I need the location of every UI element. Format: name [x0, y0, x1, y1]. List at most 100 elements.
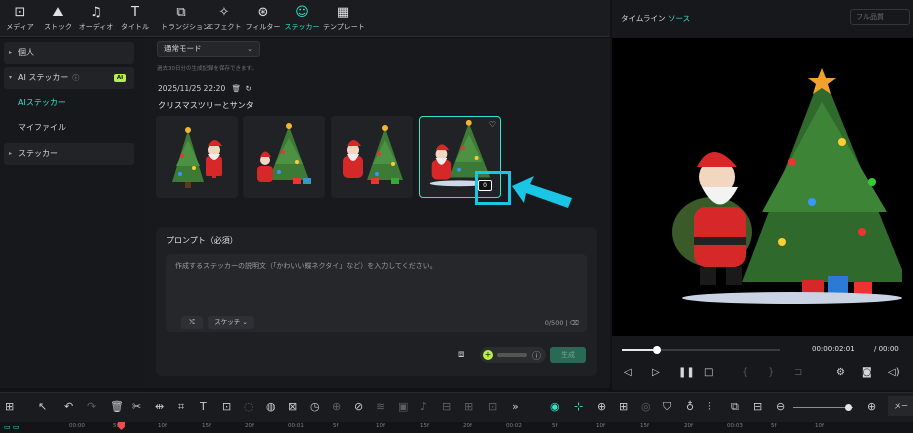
prompt-title: プロンプト（必須）	[166, 236, 238, 245]
color-icon[interactable]: ◍	[266, 401, 276, 413]
clear-icon[interactable]: ⌫	[570, 319, 579, 327]
text-icon[interactable]: T	[200, 401, 207, 413]
toolbar-media[interactable]: ⊡ メディア	[0, 3, 40, 35]
sidebar-item-personal[interactable]: ▸ 個人	[4, 42, 134, 64]
snap-icon[interactable]: ⊹	[574, 401, 583, 413]
prompt-placeholder: 作成するステッカーの説明文（「かわいい蝶ネクタイ」など）を入力してください。	[175, 262, 437, 270]
quality-dropdown[interactable]: フル品質	[850, 9, 910, 25]
style-dropdown[interactable]: スケッチ ⌄	[208, 316, 254, 329]
mixer-icon[interactable]: ⫶	[708, 401, 711, 413]
transform-icon[interactable]: ⊞	[464, 401, 473, 413]
shield-icon[interactable]: ⛉	[663, 401, 671, 413]
more-chevron-icon[interactable]: »	[512, 401, 519, 413]
help-circle-icon[interactable]: ⓘ	[532, 349, 541, 362]
mark-out-icon[interactable]: }	[768, 367, 774, 378]
undo-icon[interactable]: ↶	[64, 401, 73, 413]
zoom-slider-handle[interactable]	[845, 404, 852, 411]
crop-icon[interactable]: ⌗	[178, 401, 184, 413]
sticker-thumbnail-1[interactable]	[156, 116, 238, 198]
adjust-icon[interactable]: ≋	[376, 401, 385, 413]
zoom-slider[interactable]	[793, 404, 853, 411]
tab-source[interactable]: ソース	[668, 13, 690, 24]
select-arrow-icon[interactable]: ↖	[38, 401, 47, 413]
prompt-textarea[interactable]: 作成するステッカーの説明文（「かわいい蝶ネクタイ」など）を入力してください。 ⤭…	[166, 254, 587, 332]
sidebar-item-sticker[interactable]: ▸ ステッカー	[4, 143, 134, 165]
timer-icon[interactable]: ◷	[310, 401, 320, 413]
microphone-icon[interactable]: ♁	[686, 401, 694, 413]
zoom-icon[interactable]: ⊕	[332, 401, 341, 413]
toolbar-filter[interactable]: ⊛ フィルター	[243, 3, 283, 35]
layout-grid-icon[interactable]: ⊞	[5, 401, 14, 413]
transition-icon: ⧉	[176, 5, 186, 20]
fit-icon[interactable]: ⊟	[753, 401, 762, 413]
prev-frame-icon[interactable]: ◁	[624, 367, 632, 378]
cut-icon[interactable]: ✂	[132, 401, 141, 413]
image-upload-icon[interactable]: ⧈	[458, 349, 464, 360]
insert-icon[interactable]: ⊐	[794, 367, 802, 378]
render-icon[interactable]: ◎	[641, 401, 651, 413]
ruler-label: 5f	[771, 423, 777, 429]
progress-track[interactable]	[622, 346, 780, 354]
replace-icon[interactable]: ⧉	[731, 401, 739, 413]
favorite-icon[interactable]: ♡	[489, 120, 496, 129]
generate-button[interactable]: 生成	[550, 347, 586, 363]
tab-timeline[interactable]: タイムライン	[621, 13, 665, 24]
sidebar-item-my-files[interactable]: マイファイル	[4, 117, 134, 139]
stop-icon[interactable]: □	[704, 367, 713, 378]
ruler-label: 20f	[463, 423, 472, 429]
toolbar-template[interactable]: ▦ テンプレート	[323, 3, 365, 35]
shuffle-button[interactable]: ⤭	[181, 316, 203, 329]
redo-icon[interactable]: ↷	[87, 401, 96, 413]
audio-icon[interactable]: ♪	[420, 401, 427, 413]
toolbar-transition[interactable]: ⧉ トランジション	[161, 3, 210, 35]
toolbar-stock[interactable]: ⛰ ストック	[38, 3, 78, 35]
mask-icon[interactable]: ⊘	[354, 401, 363, 413]
pause-icon[interactable]: ❚❚	[678, 367, 695, 378]
toolbar-title[interactable]: T タイトル	[115, 3, 155, 35]
help-circle-icon[interactable]: ⓘ	[72, 74, 79, 82]
ruler-label: 00:01	[288, 423, 304, 429]
snapshot-icon[interactable]: ◙	[862, 367, 872, 378]
toolbar-audio[interactable]: ♫ オーディオ	[76, 3, 116, 35]
zoom-out-icon[interactable]: ⊖	[776, 401, 785, 413]
regenerate-icon[interactable]: ↻	[246, 84, 252, 93]
marker-icon[interactable]: ▣	[398, 401, 408, 413]
ruler-label: 10f	[376, 423, 385, 429]
ai-tool-icon[interactable]: ⊡	[222, 401, 231, 413]
ai-face-icon[interactable]: ◉	[550, 401, 560, 413]
mode-dropdown[interactable]: 通常モード ⌄	[157, 41, 260, 57]
settings-icon[interactable]: ⚙	[836, 367, 845, 378]
mark-in-icon[interactable]: {	[742, 367, 748, 378]
ruler-label: 15f	[202, 423, 211, 429]
toolbar-sticker[interactable]: ☺ ステッカー	[282, 3, 322, 35]
split-icon[interactable]: ⇹	[155, 401, 164, 413]
sticker-thumbnail-3[interactable]	[331, 116, 413, 198]
progress-handle[interactable]	[653, 346, 661, 354]
next-frame-icon[interactable]: ▷	[652, 367, 660, 378]
track-toggle-icon[interactable]: ▭ ▭	[4, 423, 19, 431]
track-icon[interactable]: ⊡	[488, 401, 497, 413]
sidebar-item-ai-sticker-group[interactable]: ▾ AI ステッカー ⓘ AI	[4, 67, 134, 89]
sidebar-item-ai-sticker[interactable]: AIステッカー	[4, 92, 134, 114]
delete-icon[interactable]: 🗑	[110, 401, 124, 413]
delete-icon[interactable]: 🗑	[232, 84, 242, 93]
playhead[interactable]	[118, 422, 125, 430]
ruler-label: 15f	[420, 423, 429, 429]
zoom-in-icon[interactable]: ⊕	[867, 401, 876, 413]
ruler-label: 20f	[245, 423, 254, 429]
sticker-thumbnail-2[interactable]	[243, 116, 325, 198]
sticker-add-icon[interactable]: ⊕	[597, 401, 606, 413]
freeze-icon[interactable]: ⊟	[442, 401, 451, 413]
credit-plus-icon: +	[483, 350, 493, 360]
title-t-icon: T	[131, 5, 139, 20]
speed-icon[interactable]: ◌	[244, 401, 254, 413]
snapshot-icon[interactable]: ⊠	[288, 401, 297, 413]
ruler-label: 10f	[158, 423, 167, 429]
media-add-icon[interactable]: ⊞	[619, 401, 628, 413]
toolbar-effect[interactable]: ✧ エフェクト	[204, 3, 244, 35]
filter-icon: ⊛	[257, 5, 269, 20]
meter-button[interactable]: メータ	[888, 396, 913, 430]
media-icon: ⊡	[14, 5, 26, 20]
volume-icon[interactable]: ◁)	[888, 367, 900, 378]
credit-indicator[interactable]: + ⓘ	[480, 347, 546, 363]
